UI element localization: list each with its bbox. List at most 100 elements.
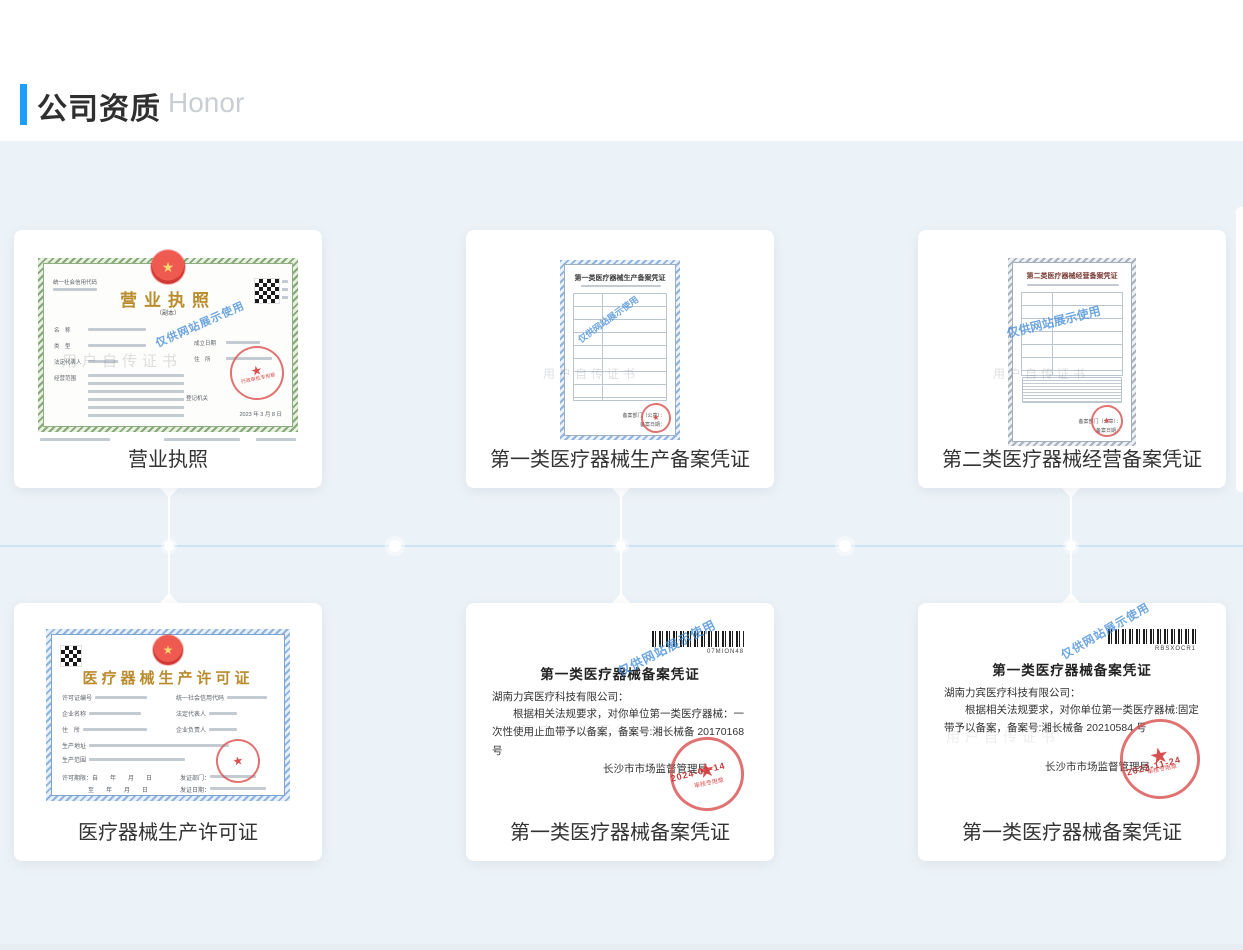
field-value bbox=[89, 758, 185, 761]
field-value bbox=[89, 744, 229, 747]
business-scope-text bbox=[88, 374, 184, 418]
field-label: 许可证编号 bbox=[62, 693, 92, 702]
issue-date-label: 发证日期： bbox=[180, 785, 210, 794]
cert-table bbox=[573, 293, 667, 401]
field-label: 成立日期 bbox=[194, 339, 216, 347]
red-seal: ★ bbox=[638, 400, 674, 436]
qr-code bbox=[60, 645, 82, 667]
cert-title: 第二类医疗器械经营备案凭证 bbox=[1013, 271, 1131, 281]
production-license-image[interactable]: ★ 医疗器械生产许可证 许可证编号 统一社会信用代码 企业名称 法定代表人 住 … bbox=[46, 629, 290, 801]
card-label: 第一类医疗器械备案凭证 bbox=[466, 816, 774, 845]
card-label: 第一类医疗器械备案凭证 bbox=[918, 816, 1226, 845]
field-value bbox=[88, 360, 118, 363]
certificate-card-business-license[interactable]: ★ 统一社会信用代码 营业执照 （副本） 名 称 类 型 法定代表人 经营范围 … bbox=[14, 230, 322, 488]
seal-star-icon: ★ bbox=[1103, 416, 1112, 425]
card-label: 第一类医疗器械生产备案凭证 bbox=[466, 443, 774, 472]
field-value bbox=[209, 712, 237, 715]
connector-line bbox=[168, 493, 170, 599]
connector-arrow-up bbox=[1062, 593, 1080, 603]
field-value bbox=[88, 344, 146, 347]
class1-production-cert-image[interactable]: 第一类医疗器械生产备案凭证 备案部门（公章）： 备案日期： ★ 仅供网站展示使用… bbox=[560, 260, 680, 440]
cert-paper: 第二类医疗器械经营备案凭证 备案部门（公章）： 备案日期： ★ 仅供网站展示使用… bbox=[1012, 262, 1132, 442]
card-label: 医疗器械生产许可证 bbox=[14, 816, 322, 845]
doc-recipient: 湖南力宾医疗科技有限公司： bbox=[944, 685, 1081, 700]
field-label: 经营范围 bbox=[54, 374, 76, 382]
field-value bbox=[226, 341, 260, 344]
barcode bbox=[652, 631, 744, 647]
cert-title: 第一类医疗器械备案凭证 bbox=[466, 663, 774, 683]
field-label: 生产地址 bbox=[62, 741, 86, 750]
connector-arrow-down bbox=[1062, 488, 1080, 498]
honor-section: ★ 统一社会信用代码 营业执照 （副本） 名 称 类 型 法定代表人 经营范围 … bbox=[0, 141, 1243, 944]
license-period-from: 许可期限：自 年 月 日 bbox=[62, 773, 152, 782]
barcode-text: RBSXOCR1 bbox=[1108, 646, 1196, 652]
field-label: 统一社会信用代码 bbox=[176, 693, 224, 702]
license-period-to: 至 年 月 日 bbox=[88, 785, 148, 794]
connector-line bbox=[1070, 493, 1072, 599]
seal-text: 行政审批专用章 bbox=[241, 373, 276, 386]
connector-arrow-up bbox=[160, 593, 178, 603]
cert-paper: 第一类医疗器械生产备案凭证 备案部门（公章）： 备案日期： ★ 仅供网站展示使用… bbox=[564, 264, 676, 436]
cert-subtitle: （副本） bbox=[44, 308, 292, 317]
business-license-paper: ★ 统一社会信用代码 营业执照 （副本） 名 称 类 型 法定代表人 经营范围 … bbox=[43, 263, 293, 427]
scope-dense-text bbox=[1022, 377, 1122, 403]
field-value bbox=[95, 696, 147, 699]
cert-title: 第一类医疗器械备案凭证 bbox=[918, 659, 1226, 679]
connector-arrow-down bbox=[612, 488, 630, 498]
cert-table bbox=[1021, 292, 1123, 376]
field-label: 法定代表人 bbox=[54, 358, 82, 366]
field-label: 法定代表人 bbox=[176, 709, 206, 718]
cert-paper: ★ 医疗器械生产许可证 许可证编号 统一社会信用代码 企业名称 法定代表人 住 … bbox=[51, 634, 285, 796]
issue-date-value bbox=[210, 787, 266, 790]
issue-dept-label: 发证部门： bbox=[180, 773, 210, 782]
field-value bbox=[209, 728, 237, 731]
honor-page: 公司资质 Honor ★ 统一社会信用代码 营业执照 bbox=[0, 0, 1243, 950]
field-value bbox=[227, 696, 267, 699]
issue-date: 2023 年 3 月 8 日 bbox=[240, 410, 283, 418]
timeline-mid-dot bbox=[839, 540, 851, 552]
filing-number-line bbox=[1027, 284, 1119, 286]
seal-star-icon: ★ bbox=[231, 754, 244, 768]
red-seal: ★ 行政审批专用章 bbox=[225, 341, 289, 405]
barcode-text: 07MION48 bbox=[652, 649, 744, 655]
qr-code bbox=[254, 278, 280, 304]
red-seal: ★ bbox=[1088, 402, 1126, 440]
card-label: 第二类医疗器械经营备案凭证 bbox=[918, 443, 1226, 472]
field-value bbox=[88, 328, 146, 331]
card-label: 营业执照 bbox=[14, 443, 322, 472]
class2-operation-cert-image[interactable]: 第二类医疗器械经营备案凭证 备案部门（公章）： 备案日期： ★ 仅供网站展示使用… bbox=[1008, 258, 1136, 446]
field-label: 名 称 bbox=[54, 326, 71, 334]
field-label: 住 所 bbox=[62, 725, 80, 734]
connector-arrow-down bbox=[160, 488, 178, 498]
certificate-card-class1-production[interactable]: 第一类医疗器械生产备案凭证 备案部门（公章）： 备案日期： ★ 仅供网站展示使用… bbox=[466, 230, 774, 488]
timeline-mid-dot bbox=[389, 540, 401, 552]
cert-title: 医疗器械生产许可证 bbox=[52, 667, 284, 688]
national-emblem-icon: ★ bbox=[151, 250, 185, 284]
page-subtitle: Honor bbox=[168, 87, 244, 119]
field-value bbox=[89, 712, 141, 715]
certificate-card-class2-operation[interactable]: 第二类医疗器械经营备案凭证 备案部门（公章）： 备案日期： ★ 仅供网站展示使用… bbox=[918, 230, 1226, 488]
field-label: 住 所 bbox=[194, 355, 211, 363]
cert-title: 第一类医疗器械生产备案凭证 bbox=[565, 273, 675, 283]
scrollbar-thumb[interactable] bbox=[1236, 207, 1243, 492]
footer-edge-strip bbox=[0, 944, 1243, 950]
connector-line bbox=[620, 493, 622, 599]
doc-recipient: 湖南力宾医疗科技有限公司： bbox=[492, 689, 629, 704]
filing-number-line bbox=[581, 285, 661, 287]
business-license-image[interactable]: ★ 统一社会信用代码 营业执照 （副本） 名 称 类 型 法定代表人 经营范围 … bbox=[38, 258, 298, 432]
connector-arrow-up bbox=[612, 593, 630, 603]
certificate-card-class1-filing-1[interactable]: 07MION48 第一类医疗器械备案凭证 湖南力宾医疗科技有限公司： 根据相关法… bbox=[466, 603, 774, 861]
section-header: 公司资质 Honor bbox=[0, 0, 1243, 141]
field-value bbox=[83, 728, 147, 731]
field-label: 企业名称 bbox=[62, 709, 86, 718]
certificate-card-production-license[interactable]: ★ 医疗器械生产许可证 许可证编号 统一社会信用代码 企业名称 法定代表人 住 … bbox=[14, 603, 322, 861]
seal-star-icon: ★ bbox=[652, 413, 661, 422]
credit-code-label: 统一社会信用代码 bbox=[53, 278, 97, 286]
accent-bar bbox=[20, 84, 27, 125]
field-label: 类 型 bbox=[54, 342, 71, 350]
certificate-card-class1-filing-2[interactable]: RBSXOCR1 第一类医疗器械备案凭证 湖南力宾医疗科技有限公司： 根据相关法… bbox=[918, 603, 1226, 861]
qr-side-text bbox=[282, 280, 288, 302]
registrar-label: 登记机关 bbox=[186, 394, 208, 402]
page-title: 公司资质 bbox=[37, 84, 161, 128]
field-label: 生产范围 bbox=[62, 755, 86, 764]
